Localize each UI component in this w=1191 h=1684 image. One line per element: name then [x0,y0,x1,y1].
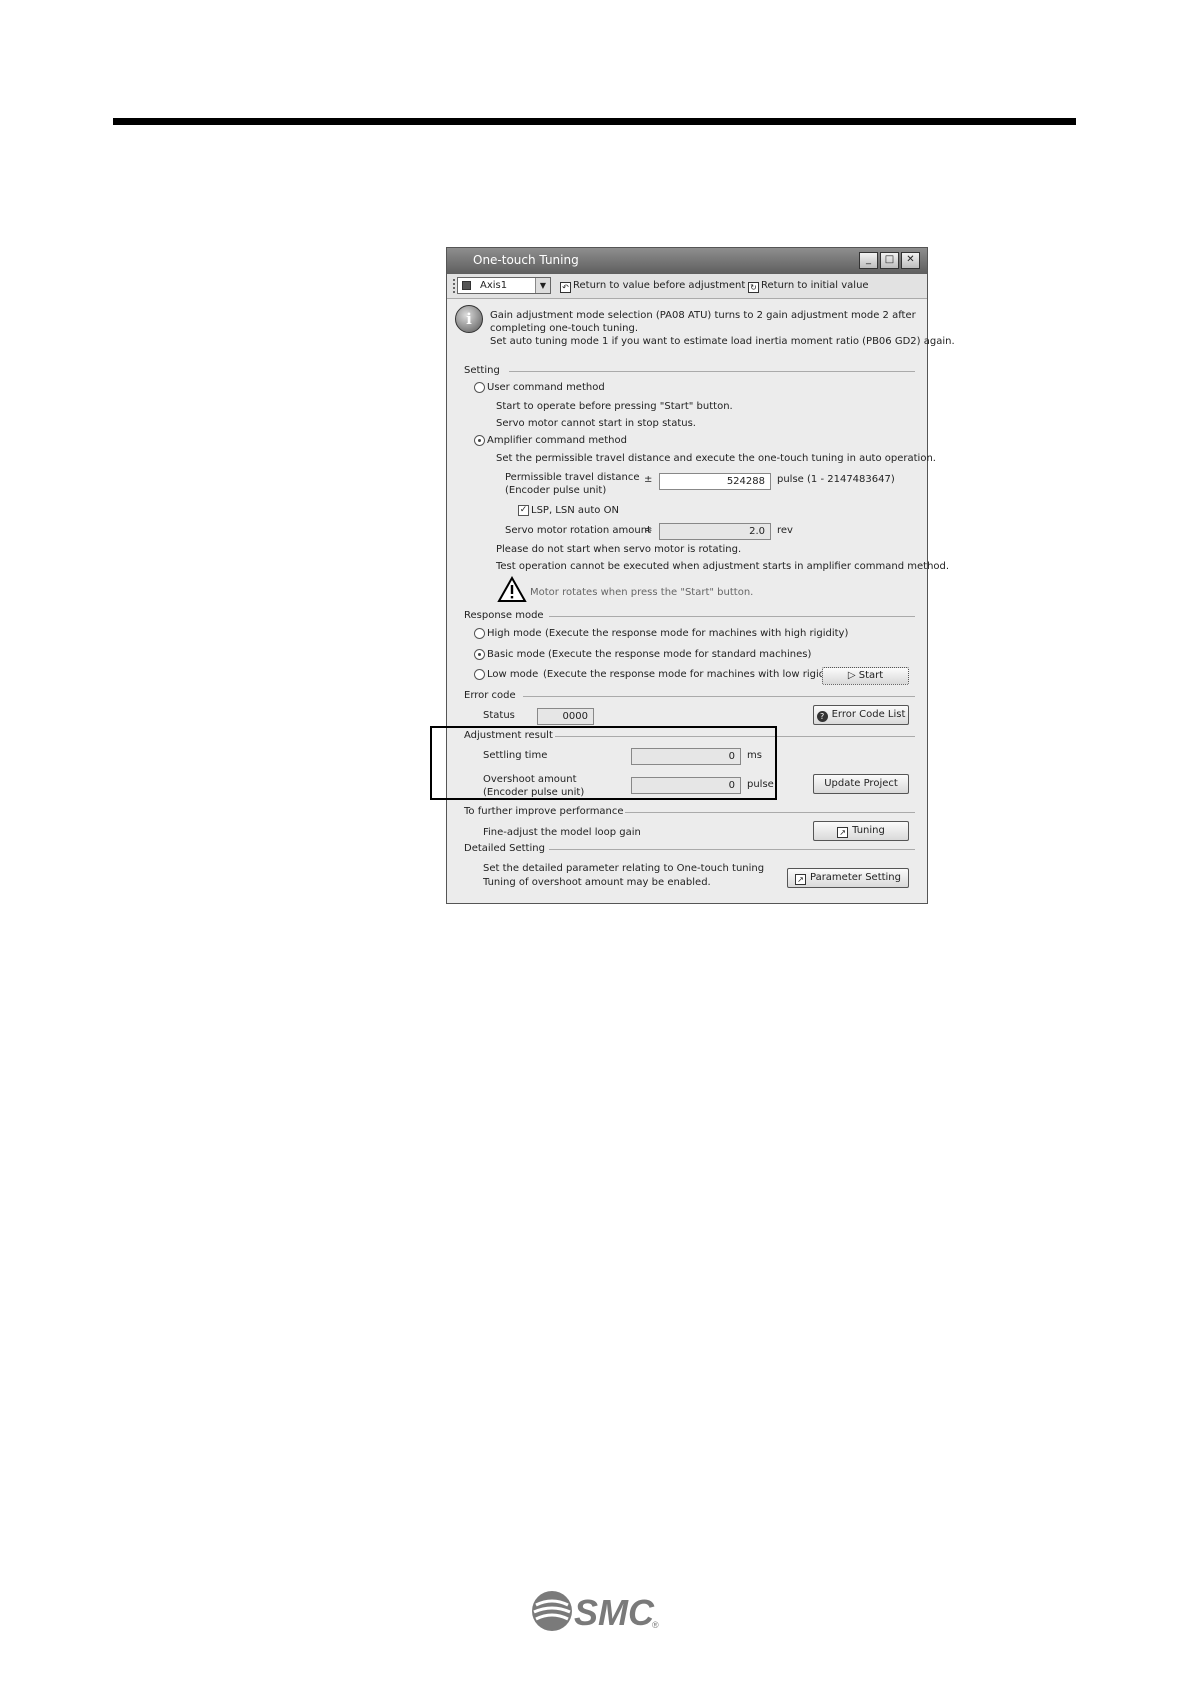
question-icon: ? [816,711,828,722]
arrow-up-right-icon: ↗ [837,827,849,838]
axis-select[interactable]: Axis1 ▼ [457,277,551,294]
user-command-desc-1: Start to operate before pressing "Start"… [496,401,733,412]
title-bar[interactable]: One-touch Tuning _ □ ✕ [447,248,927,274]
start-button-label: Start [858,670,884,681]
travel-distance-label-1: Permissible travel distance [505,472,640,483]
amplifier-command-label: Amplifier command method [487,435,627,446]
info-icon: i [455,305,483,333]
status-label: Status [483,710,515,721]
reset-icon: ↻ [748,282,759,293]
info-line-1: Gain adjustment mode selection (PA08 ATU… [490,310,916,321]
return-initial-value-label: Return to initial value [761,280,869,291]
minimize-button[interactable]: _ [859,252,878,269]
low-mode-desc: (Execute the response mode for machines … [543,669,842,680]
smc-logo-mark [532,1591,572,1631]
warning-icon [497,576,527,602]
error-code-section-label: Error code [464,690,516,701]
travel-distance-input[interactable]: 524288 [659,473,771,490]
smc-logo: SMC ® [532,1591,659,1633]
update-project-button[interactable]: Update Project [813,774,909,794]
high-mode-label: High mode [487,628,542,639]
start-button[interactable]: ▷ Start [822,667,909,685]
plus-minus-sign: ± [644,474,653,485]
user-command-desc-2: Servo motor cannot start in stop status. [496,418,696,429]
detailed-desc-1: Set the detailed parameter relating to O… [483,863,765,874]
adjustment-result-highlight-box [430,726,777,800]
improve-desc: Fine-adjust the model loop gain [483,827,641,838]
travel-distance-unit: pulse (1 - 2147483647) [777,474,895,485]
rotation-amount-field: 2.0 [659,523,771,540]
detailed-desc-2: Tuning of overshoot amount may be enable… [483,877,711,888]
low-mode-radio[interactable] [474,669,485,680]
play-icon: ▷ [847,670,859,681]
registered-mark: ® [652,1620,659,1630]
axis-value: Axis1 [480,280,508,291]
basic-mode-desc: (Execute the response mode for standard … [548,649,812,660]
arrow-up-right-icon: ↗ [794,874,806,885]
close-button[interactable]: ✕ [901,252,920,269]
chevron-down-icon[interactable]: ▼ [535,278,550,293]
lsp-lsn-checkbox[interactable]: ✓ [518,505,529,516]
basic-mode-radio[interactable] [474,649,485,660]
low-mode-label: Low mode [487,669,539,680]
info-line-3: Set auto tuning mode 1 if you want to es… [490,336,955,347]
improve-section-label: To further improve performance [464,806,624,817]
undo-icon: ↶ [560,282,571,293]
return-before-adjustment-label: Return to value before adjustment [573,280,746,291]
response-section-label: Response mode [464,610,544,621]
smc-logo-text: SMC [574,1592,655,1633]
improve-divider [625,812,915,813]
detailed-section-label: Detailed Setting [464,843,545,854]
return-before-adjustment-button[interactable]: ↶ Return to value before adjustment [560,280,745,293]
basic-mode-label: Basic mode [487,649,546,660]
note-2: Test operation cannot be executed when a… [496,561,950,572]
high-mode-desc: (Execute the response mode for machines … [545,628,849,639]
travel-distance-label-2: (Encoder pulse unit) [505,485,607,496]
return-initial-value-button[interactable]: ↻ Return to initial value [748,280,869,293]
info-line-2: completing one-touch tuning. [490,323,639,334]
window-title: One-touch Tuning [473,253,579,267]
high-mode-radio[interactable] [474,628,485,639]
lsp-lsn-label: LSP, LSN auto ON [531,505,619,516]
detailed-divider [549,849,915,850]
note-1: Please do not start when servo motor is … [496,544,742,555]
maximize-button[interactable]: □ [880,252,899,269]
warning-text: Motor rotates when press the "Start" but… [530,587,754,598]
tuning-button-label: Tuning [852,825,885,836]
setting-divider [509,371,915,372]
setting-section-label: Setting [464,365,500,376]
amplifier-command-desc: Set the permissible travel distance and … [496,453,936,464]
rotation-amount-label: Servo motor rotation amount [505,525,651,536]
user-command-radio[interactable] [474,382,485,393]
response-divider [549,616,915,617]
approx-sign: ≈ [644,525,653,536]
error-code-divider [523,696,915,697]
tuning-button[interactable]: ↗ Tuning [813,821,909,841]
status-field: 0000 [537,708,594,725]
amplifier-command-radio[interactable] [474,435,485,446]
rotation-amount-unit: rev [777,525,793,536]
error-code-list-button[interactable]: ? Error Code List [813,705,909,725]
header-rule [113,118,1076,125]
parameter-setting-label: Parameter Setting [809,872,901,883]
toolbar: Axis1 ▼ ↶ Return to value before adjustme… [447,274,927,299]
user-command-label: User command method [487,382,605,393]
parameter-setting-button[interactable]: ↗ Parameter Setting [787,868,909,888]
one-touch-tuning-window: One-touch Tuning _ □ ✕ Axis1 ▼ ↶ Return t… [446,247,955,904]
axis-icon [462,281,471,290]
error-code-list-label: Error Code List [831,709,906,720]
